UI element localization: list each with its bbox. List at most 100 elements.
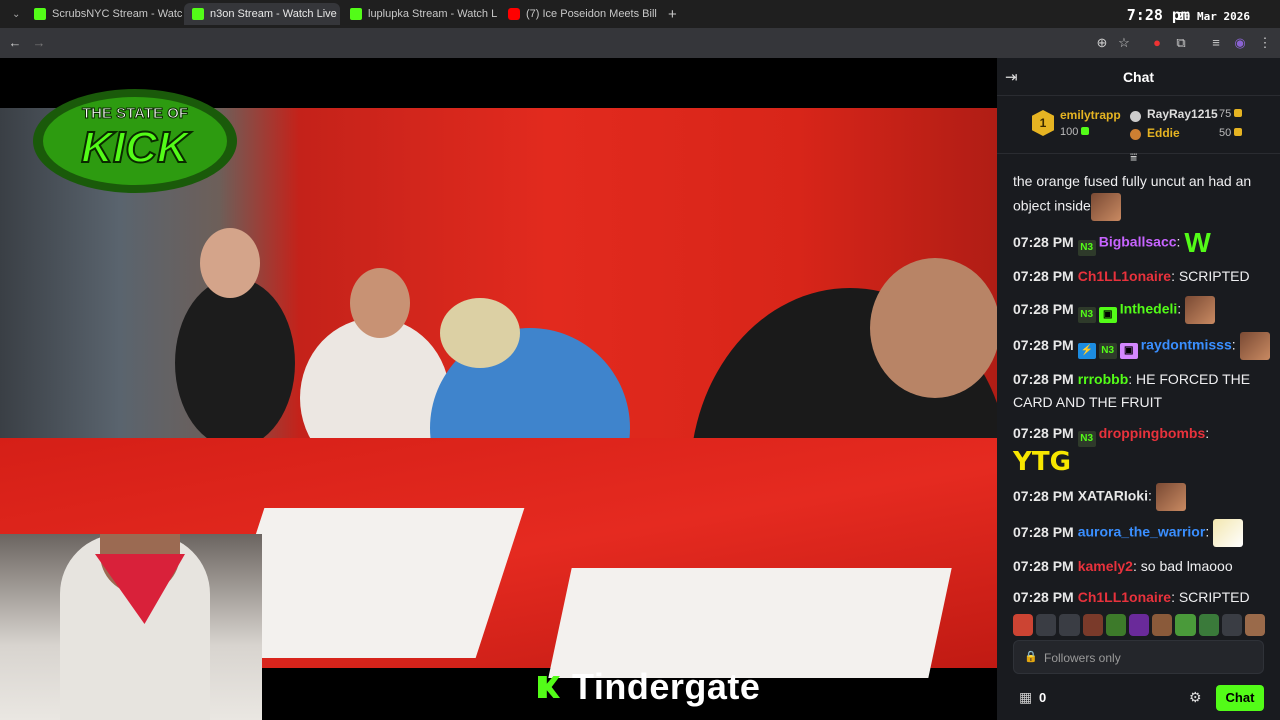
extensions-puzzle-icon[interactable]: ⧉	[1172, 34, 1190, 52]
face-emote-icon	[1239, 332, 1270, 360]
logo-line1: THE STATE OF	[82, 105, 188, 122]
tab-list-button[interactable]: ⌄	[4, 3, 24, 25]
message-text: so bad lmaooo	[1140, 558, 1233, 574]
message-username[interactable]: aurora_the_warrior	[1078, 524, 1206, 540]
person-head	[870, 258, 997, 398]
message-timestamp: 07:28 PM	[1013, 558, 1074, 574]
anime-emote-icon	[1213, 519, 1244, 547]
emote-icon[interactable]	[1036, 614, 1057, 636]
message-separator: :	[1128, 371, 1137, 387]
message-timestamp: 07:28 PM	[1013, 233, 1074, 250]
chat-panel: ⇥ Chat 1 emilytrapp 100 RayRay1215 75 Ed…	[997, 58, 1280, 720]
message-timestamp: 07:28 PM	[1013, 371, 1074, 387]
message-separator: :	[1231, 336, 1240, 353]
send-chat-button[interactable]: Chat	[1216, 685, 1264, 711]
channel-points-icon[interactable]: ▦	[1019, 689, 1032, 706]
caption-text: Tindergate	[572, 666, 761, 707]
chat-message: 07:28 PM N3 droppingbombs: YTG	[1013, 422, 1271, 477]
menu-kebab-icon[interactable]: ⋮	[1256, 34, 1274, 52]
stream-player[interactable]: THE STATE OF KICK Tindergate	[0, 58, 997, 720]
emote-icon[interactable]	[1175, 614, 1196, 636]
youtube-favicon-icon	[508, 8, 520, 20]
leader-second-name[interactable]: RayRay1215	[1147, 107, 1218, 121]
face-emote-icon	[1090, 193, 1121, 221]
new-tab-button[interactable]: +	[660, 3, 682, 25]
w-emote-icon: W	[1184, 227, 1211, 258]
browser-tab-bar: ⌄ ScrubsNYC Stream - Watch Live ✕ n3on S…	[0, 0, 1280, 28]
tab-n3on[interactable]: n3on Stream - Watch Live o ✕	[184, 3, 340, 25]
message-username[interactable]: XATARIoki	[1078, 488, 1148, 504]
lock-icon: 🔒	[1024, 651, 1038, 663]
tab-luplupka[interactable]: luplupka Stream - Watch Live o ✕	[342, 3, 498, 25]
state-of-kick-logo: THE STATE OF KICK	[33, 89, 237, 193]
profile-avatar-icon[interactable]: ◉	[1231, 34, 1249, 52]
back-icon[interactable]: ←	[6, 34, 24, 52]
streamer-facecam	[0, 534, 262, 720]
message-separator: :	[1132, 558, 1141, 574]
gifter-leaderboard: 1 emilytrapp 100 RayRay1215 75 Eddie 50	[997, 102, 1280, 154]
message-separator: :	[1176, 233, 1185, 250]
tab-youtube[interactable]: (7) Ice Poseidon Meets Bill Clin ✕	[500, 3, 658, 25]
expand-leaderboard-icon[interactable]: ⩸	[1130, 150, 1137, 165]
silver-rank-icon	[1130, 111, 1141, 122]
leader-first-value: 100	[1060, 126, 1090, 138]
stream-caption: Tindergate	[538, 666, 760, 708]
bronze-rank-icon	[1130, 129, 1141, 140]
leader-third-name[interactable]: Eddie	[1147, 126, 1180, 140]
emote-icon[interactable]	[1152, 614, 1173, 636]
chat-message: 07:28 PM N3 Bigballsacc: W	[1013, 229, 1271, 257]
face-emote-icon	[1185, 296, 1216, 324]
chat-message: 07:28 PM XATARIoki:	[1013, 483, 1271, 511]
emote-icon[interactable]	[1105, 614, 1126, 636]
message-text: SCRIPTED	[1178, 589, 1250, 605]
chat-input-placeholder: Followers only	[1044, 651, 1121, 665]
message-username[interactable]: rrrobbb	[1078, 371, 1129, 387]
message-timestamp: 07:28 PM	[1013, 336, 1074, 353]
reading-list-icon[interactable]: ≡	[1207, 34, 1225, 52]
chat-message: 07:28 PM rrrobbb: HE FORCED THE CARD AND …	[1013, 368, 1271, 414]
kick-favicon-icon	[192, 8, 204, 20]
tab-label: n3on Stream - Watch Live o	[210, 8, 340, 20]
emote-icon[interactable]	[1221, 614, 1242, 636]
chat-message: 07:28 PM kamely2: so bad lmaooo	[1013, 555, 1271, 578]
chat-footer: ▦ 0 ⚙ Chat	[997, 680, 1280, 720]
leader-first-name[interactable]: emilytrapp	[1060, 108, 1121, 122]
emote-icon[interactable]	[1082, 614, 1103, 636]
extension-record-icon[interactable]: ●	[1148, 34, 1166, 52]
bookmark-star-icon[interactable]: ☆	[1115, 34, 1133, 52]
gift-badge-icon: ▣	[1098, 306, 1117, 323]
emote-icon[interactable]	[1244, 614, 1266, 636]
message-username[interactable]: Inthedeli	[1120, 301, 1178, 317]
person-figure	[175, 278, 295, 448]
person-head	[350, 268, 410, 338]
message-separator: :	[1171, 589, 1179, 605]
leader-second-value: 75	[1219, 108, 1243, 120]
chat-input[interactable]: 🔒 Followers only	[1013, 640, 1264, 674]
message-username[interactable]: Ch1LL1onaire	[1078, 268, 1171, 284]
message-username[interactable]: raydontmisss	[1141, 337, 1232, 353]
message-username[interactable]: Ch1LL1onaire	[1078, 589, 1171, 605]
message-separator: :	[1147, 487, 1156, 504]
zoom-icon[interactable]: ⊕	[1093, 34, 1111, 52]
chat-message: the orange fused fully uncut an had an o…	[1013, 170, 1271, 221]
message-username[interactable]: droppingbombs	[1099, 425, 1206, 441]
emote-icon[interactable]	[1059, 614, 1080, 636]
gear-icon[interactable]: ⚙	[1189, 689, 1202, 706]
chat-title: Chat	[1122, 69, 1155, 85]
emote-icon[interactable]	[1198, 614, 1219, 636]
emote-icon[interactable]	[1128, 614, 1150, 636]
tab-label: ScrubsNYC Stream - Watch Live	[52, 8, 182, 20]
forward-icon[interactable]: →	[30, 34, 48, 52]
message-timestamp: 07:28 PM	[1013, 268, 1074, 284]
tab-scrubsnyc[interactable]: ScrubsNYC Stream - Watch Live ✕	[26, 3, 182, 25]
message-username[interactable]: kamely2	[1078, 558, 1133, 574]
kick-favicon-icon	[350, 8, 362, 20]
message-timestamp: 07:28 PM	[1013, 589, 1074, 605]
message-separator: :	[1177, 300, 1186, 317]
channel-points-value: 0	[1039, 690, 1047, 705]
emote-icon[interactable]	[1013, 614, 1034, 636]
browser-toolbar: ← → ⊕ ☆ ● ⧉ ≡ ◉ ⋮	[0, 28, 1280, 58]
message-username[interactable]: Bigballsacc	[1099, 234, 1177, 250]
paper-sheet	[548, 568, 952, 678]
chat-message: 07:28 PM ⚡ N3 ▣ raydontmisss:	[1013, 332, 1271, 360]
